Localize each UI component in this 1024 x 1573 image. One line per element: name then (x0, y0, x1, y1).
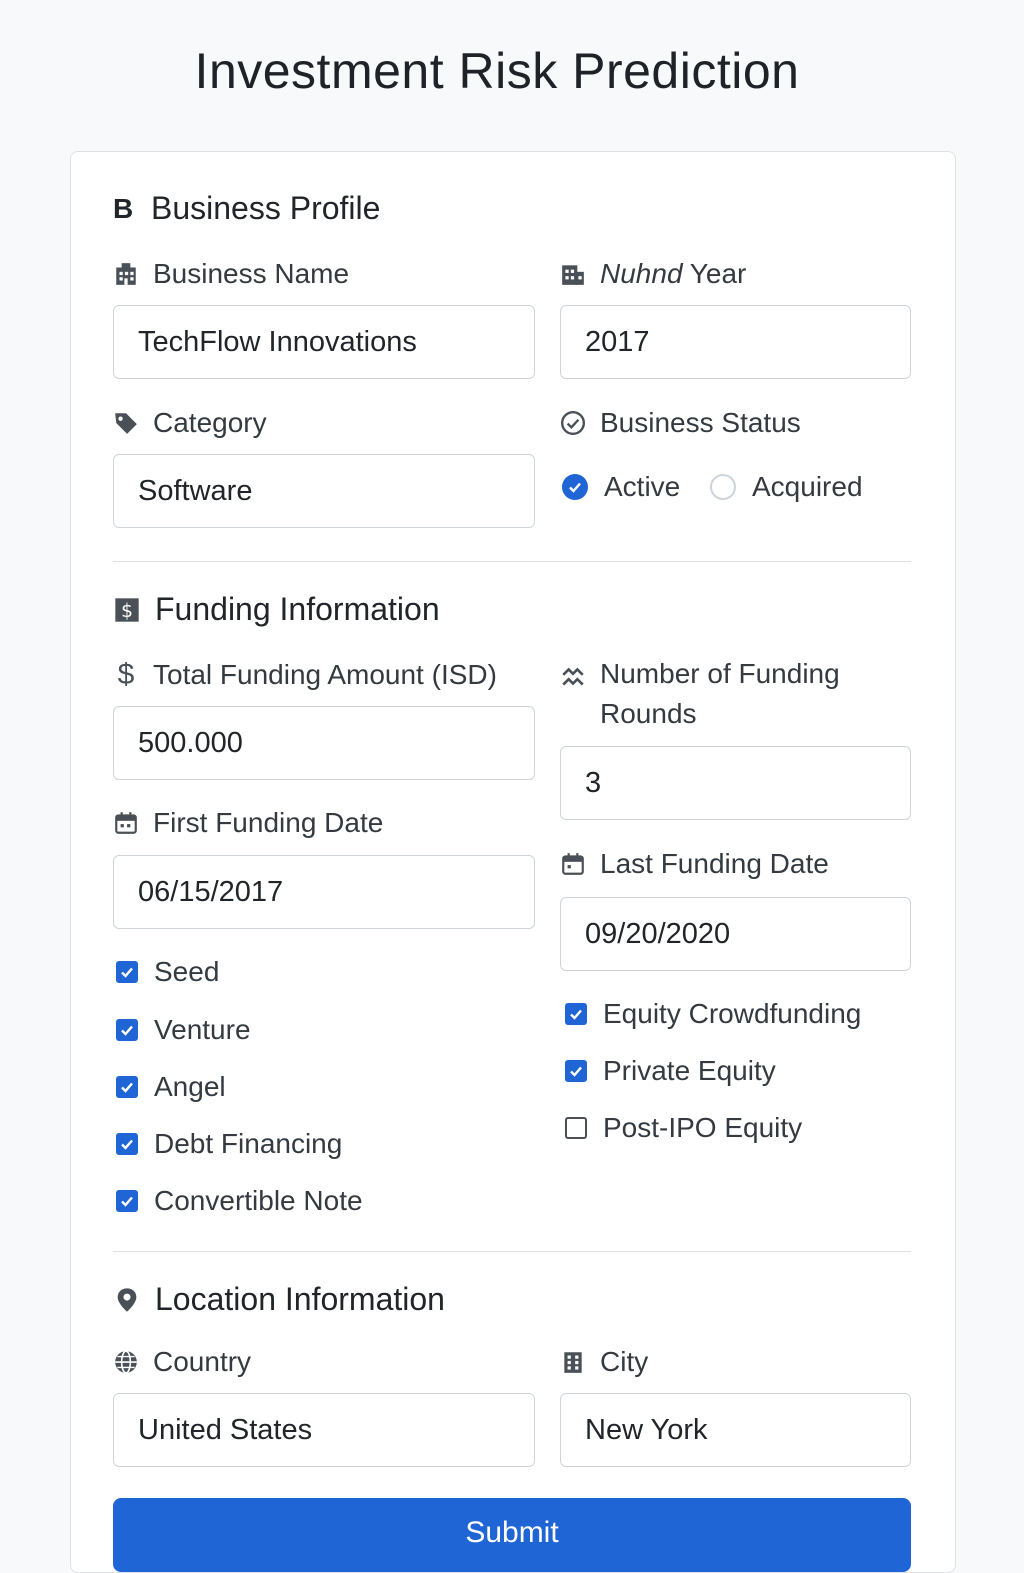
funding-type-label: Private Equity (603, 1055, 776, 1086)
business-status-label: Business Status (600, 407, 801, 438)
city-label: City (600, 1346, 649, 1377)
founded-year-label: Nuhnd Year (600, 258, 746, 290)
funding-type-label: Equity Crowdfunding (603, 998, 862, 1029)
total-amount-label-row: $ Total Funding Amount (ISD) (113, 658, 497, 692)
funding-type-label: Debt Financing (154, 1128, 343, 1159)
founded-year-label-rest: Year (689, 258, 747, 289)
funding-type-checkbox[interactable]: Venture (116, 1014, 251, 1046)
funding-type-label: Venture (154, 1014, 251, 1045)
rounds-label-line2: Rounds (600, 698, 697, 729)
location-title: Location Information (155, 1281, 445, 1317)
globe-icon (115, 1350, 137, 1374)
calendar-icon (115, 812, 137, 834)
checkbox-unchecked[interactable] (565, 1117, 587, 1139)
rounds-input[interactable]: 3 (560, 746, 911, 820)
business-name-label: Business Name (153, 258, 350, 289)
status-option-acquired[interactable]: Acquired (710, 471, 863, 503)
calendar-icon (562, 853, 584, 875)
category-label: Category (153, 407, 267, 438)
city-label-row: City (560, 1346, 648, 1378)
check-circle-icon (560, 410, 586, 436)
section-divider (113, 561, 911, 562)
country-label-row: Country (113, 1346, 251, 1378)
city-icon (564, 1352, 582, 1373)
active-radio-label: Active (604, 471, 681, 502)
funding-title: Funding Information (155, 591, 440, 627)
acquired-radio[interactable] (710, 474, 736, 500)
section-divider (113, 1251, 911, 1252)
first-date-label: First Funding Date (153, 807, 384, 838)
building-icon (116, 263, 136, 285)
checkbox-checked[interactable] (116, 1076, 138, 1098)
checkbox-checked[interactable] (116, 961, 138, 983)
funding-type-checkbox[interactable]: Seed (116, 956, 219, 988)
funding-type-label: Convertible Note (154, 1185, 363, 1216)
first-date-label-row: First Funding Date (113, 807, 383, 839)
funding-type-label: Post-IPO Equity (603, 1112, 803, 1143)
funding-type-label: Angel (154, 1071, 226, 1102)
map-pin-icon (117, 1287, 137, 1312)
funding-type-checkbox[interactable]: Convertible Note (116, 1185, 363, 1217)
calendar-building-icon (562, 265, 584, 285)
total-amount-input[interactable]: 500.000 (113, 706, 535, 780)
last-date-label: Last Funding Date (600, 848, 829, 879)
business-profile-title: Business Profile (151, 190, 381, 226)
city-input[interactable]: New York (560, 1393, 911, 1467)
business-profile-header: B Business Profile (113, 190, 380, 227)
dollar-icon: $ (117, 658, 135, 691)
funding-type-checkbox[interactable]: Private Equity (565, 1055, 776, 1087)
business-profile-icon: B (113, 192, 134, 224)
dollar-box-icon: $ (115, 597, 139, 622)
checkbox-checked[interactable] (565, 1003, 587, 1025)
last-date-input[interactable]: 09/20/2020 (560, 897, 911, 971)
acquired-radio-label: Acquired (752, 471, 863, 502)
funding-type-label: Seed (154, 956, 220, 987)
rounds-icon (562, 667, 584, 686)
tag-icon (115, 413, 137, 434)
funding-type-checkbox[interactable]: Debt Financing (116, 1128, 342, 1160)
country-input[interactable]: United States (113, 1393, 535, 1467)
last-date-label-row: Last Funding Date (560, 848, 829, 880)
rounds-label-row: Number of Funding Rounds (560, 658, 840, 734)
business-status-label-row: Business Status (560, 407, 801, 439)
status-option-active[interactable]: Active (562, 471, 680, 503)
location-header: Location Information (113, 1281, 445, 1318)
page-title: Investment Risk Prediction (194, 43, 800, 99)
checkbox-checked[interactable] (116, 1190, 138, 1212)
founded-year-label-row: Nuhnd Year (560, 258, 746, 290)
svg-text:$: $ (121, 601, 133, 622)
founded-year-label-italic: Nuhnd (600, 258, 683, 289)
submit-button[interactable]: Submit (113, 1498, 911, 1572)
business-name-input[interactable]: TechFlow Innovations (113, 305, 535, 379)
rounds-label-line1: Number of Funding (600, 658, 840, 689)
checkbox-checked[interactable] (116, 1019, 138, 1041)
funding-type-checkbox[interactable]: Equity Crowdfunding (565, 998, 861, 1030)
checkbox-checked[interactable] (116, 1133, 138, 1155)
business-name-label-row: Business Name (113, 258, 349, 290)
total-amount-label: Total Funding Amount (ISD) (153, 659, 497, 690)
active-radio[interactable] (562, 474, 588, 500)
founded-year-input[interactable]: 2017 (560, 305, 911, 379)
country-label: Country (153, 1346, 252, 1377)
category-label-row: Category (113, 407, 267, 439)
funding-type-checkbox[interactable]: Post-IPO Equity (565, 1112, 802, 1144)
first-date-input[interactable]: 06/15/2017 (113, 855, 535, 929)
category-input[interactable]: Software (113, 454, 535, 528)
funding-type-checkbox[interactable]: Angel (116, 1071, 226, 1103)
checkbox-checked[interactable] (565, 1060, 587, 1082)
funding-header: $ Funding Information (113, 591, 440, 628)
